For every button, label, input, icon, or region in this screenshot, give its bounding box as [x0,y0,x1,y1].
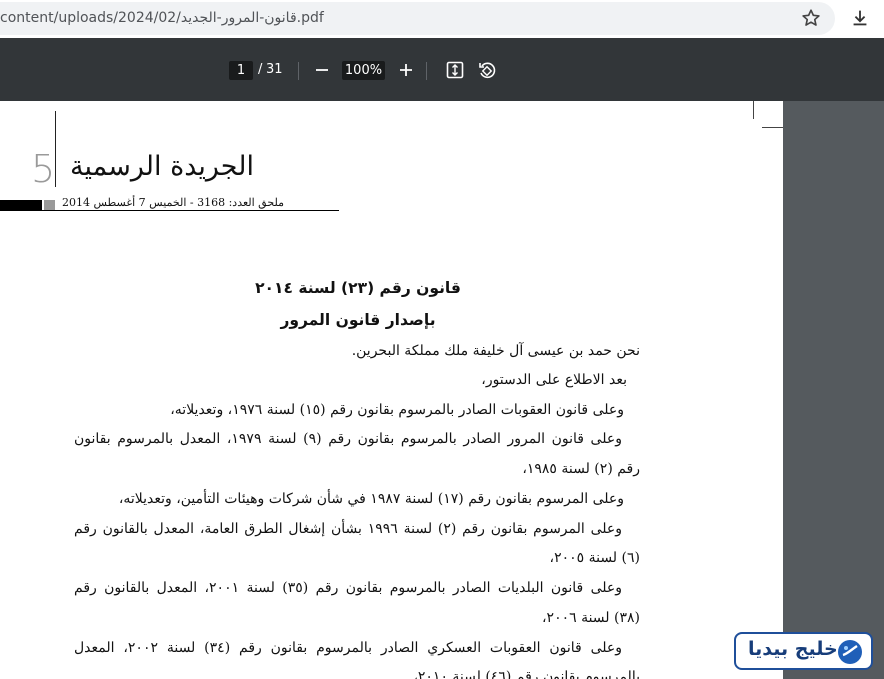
law-subtitle: بإصدار قانون المرور [280,311,436,329]
zoom-input[interactable]: 100% [342,61,385,80]
pdf-page: 5 الجريدة الرسمية ملحق العدد: 3168 - الخ… [0,101,783,679]
viewer-scroll-gutter[interactable] [783,101,884,679]
law-title: قانون رقم (٢٣) لسنة ٢٠١٤ [255,279,461,297]
issue-bar [0,200,42,210]
rotate-icon [479,62,496,79]
body-line: وعلى قانون البلديات الصادر بالمرسوم بقان… [74,580,622,596]
toolbar-divider [298,62,299,80]
page-number-input[interactable]: 1 [229,61,253,80]
issue-info: ملحق العدد: 3168 - الخميس 7 أغسطس 2014 [62,196,284,209]
body-line: (٣٨) لسنة ٢٠٠٦، [542,610,640,626]
body-line: نحن حمد بن عيسى آل خليفة ملك مملكة البحر… [351,343,640,359]
download-icon[interactable] [849,7,871,29]
page-number: 5 [31,147,56,191]
gazette-masthead: الجريدة الرسمية [70,151,254,182]
url-text[interactable]: content/uploads/2024/02/قانون-المرور-الج… [0,10,324,26]
pdf-toolbar: 1 / 31 100% [0,38,884,101]
zoom-in-button[interactable] [394,58,418,82]
issue-bar-accent [44,200,55,210]
crop-mark [753,101,754,119]
body-line: وعلى قانون العقوبات الصادر بالمرسوم بقان… [170,402,624,418]
fit-to-page-button[interactable] [443,58,467,82]
body-line: وعلى المرسوم بقانون رقم (١٧) لسنة ١٩٨٧ ف… [118,491,624,507]
body-line: وعلى قانون العقوبات العسكري الصادر بالمر… [74,640,622,656]
issue-underline [0,210,339,211]
zoom-out-button[interactable] [310,58,334,82]
fit-page-icon [446,61,464,79]
body-line: بعد الاطلاع على الدستور، [481,372,627,388]
page-separator: / [258,62,263,77]
minus-icon [316,69,328,71]
body-line: رقم (٢) لسنة ١٩٨٥، [522,461,640,477]
bookmark-star-icon[interactable] [800,7,822,29]
globe-logo-icon [837,639,863,665]
watermark-badge: خليج بيديا [734,632,873,670]
watermark-text: خليج بيديا [748,638,838,660]
address-bar[interactable]: content/uploads/2024/02/قانون-المرور-الج… [0,2,835,35]
body-line: وعلى المرسوم بقانون رقم (٢) لسنة ١٩٩٦ بش… [74,521,622,537]
rotate-button[interactable] [475,58,499,82]
address-bar-row: content/uploads/2024/02/قانون-المرور-الج… [0,0,884,38]
toolbar-divider [426,62,427,80]
plus-icon [400,64,412,76]
body-line: وعلى قانون المرور الصادر بالمرسوم بقانون… [74,431,622,447]
body-line: بالمرسوم بقانون رقم (٤٦) لسنة ٢٠١٠، [413,669,640,679]
page-total: 31 [266,62,283,77]
body-line: (٦) لسنة ٢٠٠٥، [549,550,640,566]
pdf-viewer[interactable]: 5 الجريدة الرسمية ملحق العدد: 3168 - الخ… [0,101,884,679]
crop-mark [762,127,783,128]
